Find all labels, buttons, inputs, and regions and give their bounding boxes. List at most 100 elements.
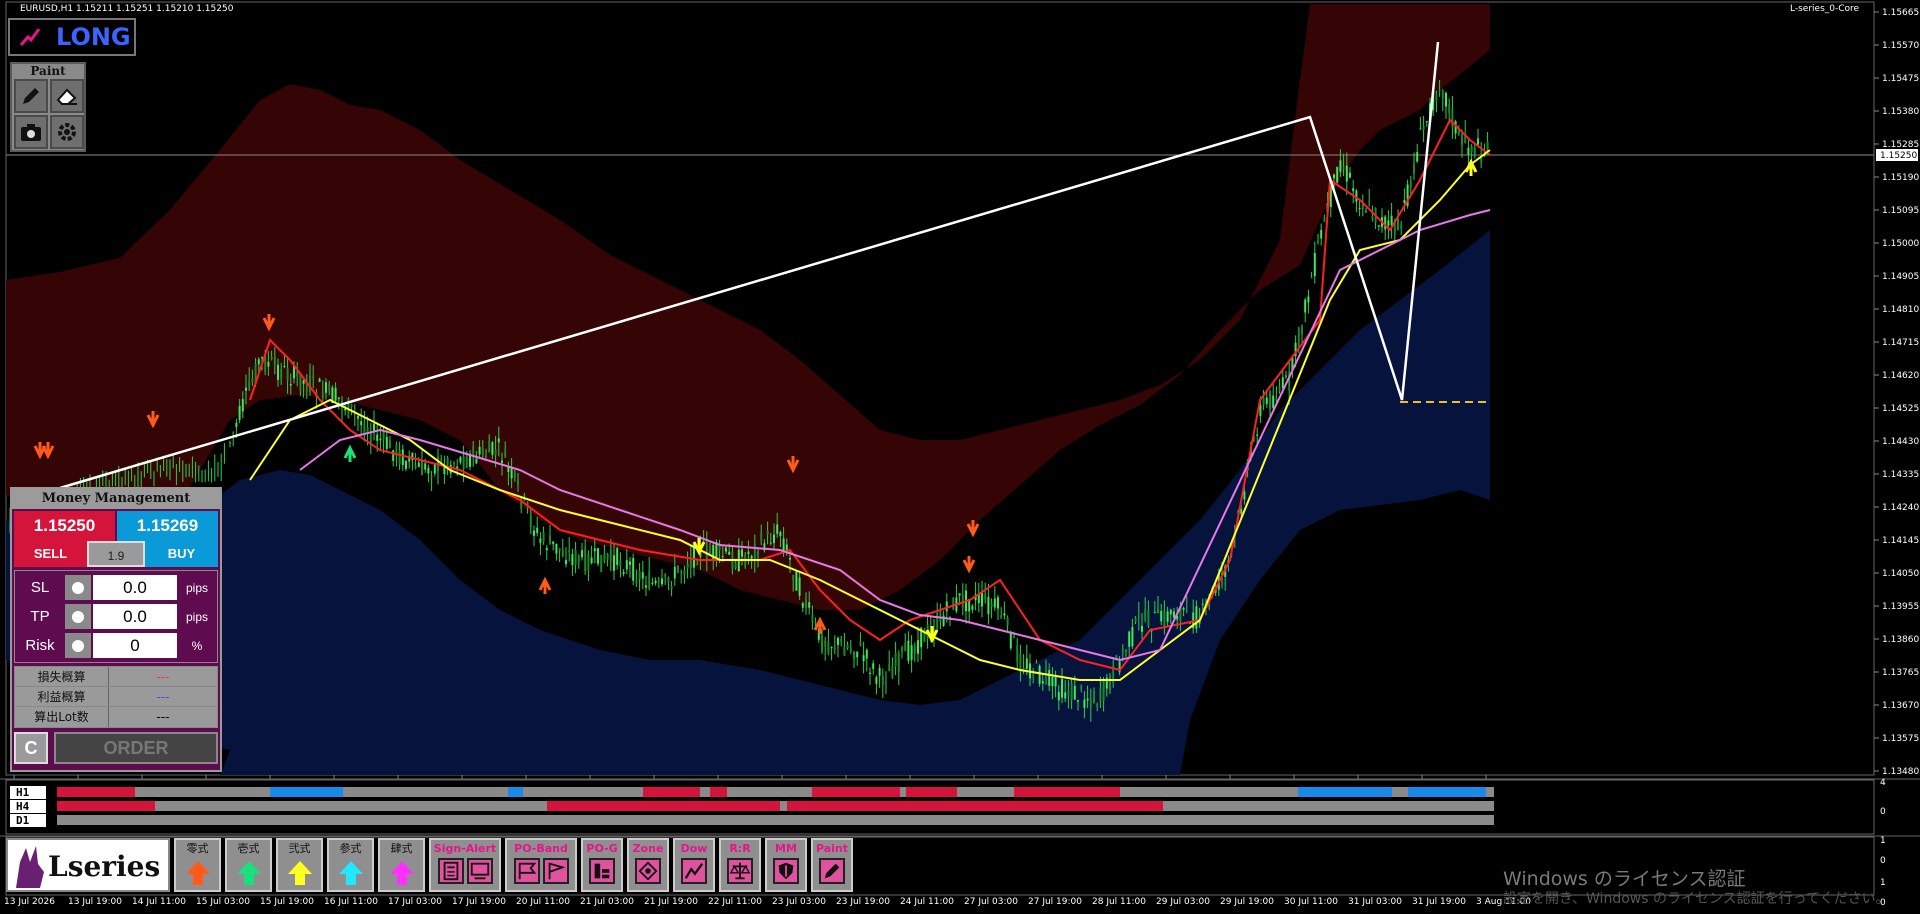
pencil-button[interactable] bbox=[14, 79, 48, 113]
money-management-panel: Money Management 1.15250 1.15269 SELL 1.… bbox=[10, 487, 222, 772]
tool-button-dow[interactable]: Dow bbox=[673, 838, 715, 892]
monitor-icon bbox=[466, 858, 493, 884]
radio-dot-icon bbox=[72, 610, 84, 623]
risk-label: Risk bbox=[25, 637, 55, 654]
timeframe-strength-segment bbox=[812, 787, 900, 797]
timeframe-strength-segment bbox=[710, 787, 727, 797]
time-tick-label: 27 Jul 03:00 bbox=[964, 897, 1018, 907]
current-price-tag-text: 1.15250 bbox=[1880, 151, 1917, 161]
timeframe-strength-segment bbox=[1014, 787, 1120, 797]
lseries-toolbar: Lseries 零式 壱式 弐式 参式 肆式 Sign-Alert PO-Band… bbox=[6, 838, 853, 892]
time-tick-label: 15 Jul 19:00 bbox=[260, 897, 314, 907]
time-tick-label: 16 Jul 11:00 bbox=[324, 897, 378, 907]
buy-button[interactable]: BUY bbox=[145, 541, 218, 567]
sell-signal-arrow bbox=[962, 556, 976, 574]
tool-button-sign-alert[interactable]: Sign-Alert bbox=[429, 838, 501, 892]
chart-g-icon bbox=[589, 858, 615, 884]
sl-input[interactable]: 0.0 bbox=[93, 575, 177, 600]
tool-button-po-g[interactable]: PO-G bbox=[581, 838, 623, 892]
time-tick-label: 13 Jul 19:00 bbox=[68, 897, 122, 907]
zigzag-icon bbox=[681, 858, 707, 884]
timeframe-strength-segment bbox=[547, 801, 780, 811]
arrow-up-icon bbox=[236, 861, 261, 885]
arrow-style-button-1[interactable]: 壱式 bbox=[225, 838, 272, 892]
timeframe-strength-segment bbox=[787, 801, 1163, 811]
price-tick-label: 1.14525 bbox=[1882, 404, 1919, 414]
shield-icon bbox=[773, 858, 799, 884]
lot-size-field[interactable]: 1.9 bbox=[87, 541, 145, 567]
tool-button-label: Paint bbox=[815, 842, 849, 855]
time-tick-label: 13 Jul 2026 bbox=[4, 897, 55, 907]
arrow-up-icon bbox=[338, 861, 363, 885]
tool-button-mm[interactable]: MM bbox=[765, 838, 807, 892]
order-button[interactable]: ORDER bbox=[54, 732, 218, 764]
price-tick-label: 1.15285 bbox=[1882, 140, 1919, 150]
time-tick-label: 15 Jul 03:00 bbox=[196, 897, 250, 907]
timeframe-strength-segment bbox=[523, 787, 643, 797]
tp-toggle[interactable] bbox=[65, 604, 91, 629]
price-tick-label: 1.13765 bbox=[1882, 668, 1919, 678]
timeframe-strength-segment bbox=[1408, 787, 1486, 797]
sl-unit: pips bbox=[185, 580, 208, 595]
sl-toggle[interactable] bbox=[65, 575, 91, 600]
timeframe-strength-segment bbox=[643, 787, 700, 797]
logo-text: Lseries bbox=[48, 850, 161, 883]
arrow-style-button-3[interactable]: 参式 bbox=[327, 838, 374, 892]
tool-button-label: Dow bbox=[680, 842, 708, 855]
buy-signal-arrow bbox=[343, 444, 357, 462]
price-tick-label: 1.15665 bbox=[1882, 8, 1919, 18]
risk-row: Risk 0 % bbox=[15, 631, 217, 660]
tp-unit: pips bbox=[185, 609, 208, 624]
tool-button-po-band[interactable]: PO-Band bbox=[505, 838, 577, 892]
tool-button-r-r[interactable]: R:R bbox=[719, 838, 761, 892]
arrow-style-button-4[interactable]: 肆式 bbox=[378, 838, 425, 892]
risk-toggle[interactable] bbox=[65, 633, 91, 658]
bid-price: 1.15250 bbox=[14, 511, 115, 541]
risk-input[interactable]: 0 bbox=[93, 633, 177, 658]
tp-input[interactable]: 0.0 bbox=[93, 604, 177, 629]
price-tick-label: 1.14715 bbox=[1882, 338, 1919, 348]
arrow-style-button-2[interactable]: 弐式 bbox=[276, 838, 323, 892]
settings-button[interactable] bbox=[50, 115, 84, 149]
screenshot-button[interactable] bbox=[14, 115, 48, 149]
profit-estimate-label: 利益概算 bbox=[15, 687, 109, 706]
price-chart[interactable]: 1.15665 1.15570 1.15475 1.15380 1.15285 1.151… bbox=[0, 0, 1920, 914]
tool-button-paint[interactable]: Paint bbox=[811, 838, 853, 892]
calculator-icon bbox=[437, 858, 464, 884]
sl-row: SL 0.0 pips bbox=[15, 573, 217, 602]
flag-icon bbox=[513, 858, 540, 884]
price-tick-label: 1.14145 bbox=[1882, 536, 1919, 546]
clear-button[interactable]: C bbox=[14, 732, 48, 764]
tool-button-zone[interactable]: Zone bbox=[627, 838, 669, 892]
timeframe-strength-segment bbox=[57, 787, 135, 797]
timeframe-strength-segment bbox=[1298, 787, 1392, 797]
wolf-logo-icon bbox=[16, 846, 44, 888]
loss-estimate-label: 損失概算 bbox=[15, 667, 109, 686]
time-tick-label: 30 Jul 11:00 bbox=[1284, 897, 1338, 907]
sl-label: SL bbox=[30, 579, 50, 596]
sell-button[interactable]: SELL bbox=[14, 541, 87, 567]
price-tick-label: 1.14620 bbox=[1882, 371, 1919, 381]
sub-axis-label: 1 bbox=[1880, 878, 1886, 888]
arrow-style-label: 肆式 bbox=[390, 842, 413, 855]
time-tick-label: 20 Jul 11:00 bbox=[516, 897, 570, 907]
timeframe-strength-segment bbox=[1392, 787, 1408, 797]
sub-axis-label: 1 bbox=[1880, 836, 1886, 846]
price-tick-label: 1.13860 bbox=[1882, 635, 1919, 645]
ask-price: 1.15269 bbox=[117, 511, 218, 541]
timeframe-strength-segment bbox=[957, 787, 1014, 797]
price-tick-label: 1.15380 bbox=[1882, 107, 1919, 117]
arrow-style-label: 参式 bbox=[339, 842, 362, 855]
time-tick-label: 17 Jul 03:00 bbox=[388, 897, 442, 907]
timeframe-label: D1 bbox=[16, 814, 30, 827]
buy-signal-arrow bbox=[813, 616, 827, 634]
diamond-icon bbox=[635, 858, 661, 884]
arrow-style-button-0[interactable]: 零式 bbox=[174, 838, 221, 892]
tool-button-label: R:R bbox=[729, 842, 751, 855]
price-tick-label: 1.13955 bbox=[1882, 602, 1919, 612]
arrow-up-icon bbox=[185, 861, 210, 885]
sub-axis-label: 0 bbox=[1880, 807, 1886, 817]
price-tick-label: 1.14050 bbox=[1882, 569, 1919, 579]
eraser-button[interactable] bbox=[50, 79, 84, 113]
price-tick-label: 1.13670 bbox=[1882, 701, 1919, 711]
